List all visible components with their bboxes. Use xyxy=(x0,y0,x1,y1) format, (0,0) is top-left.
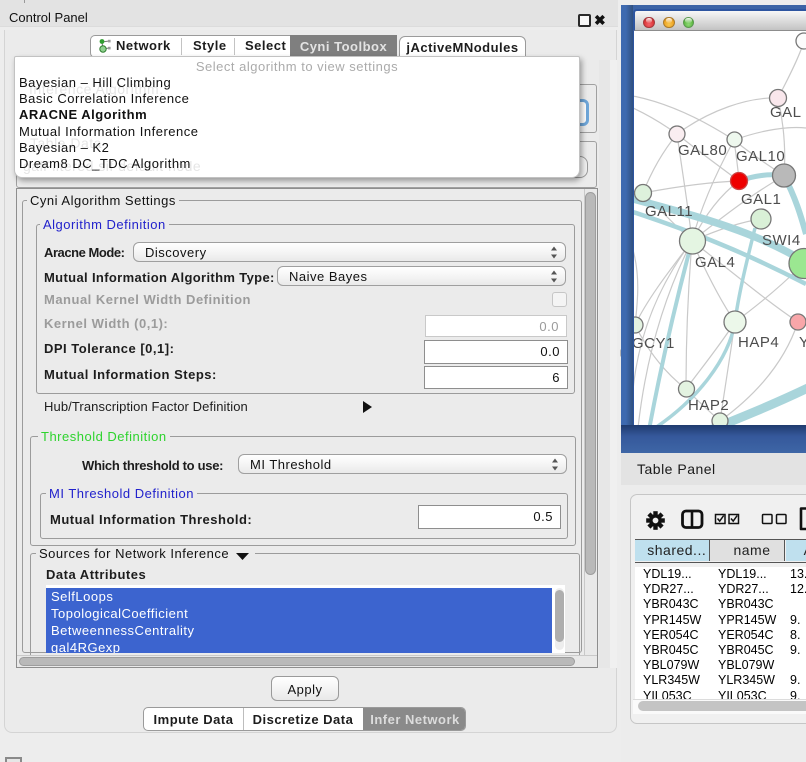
svg-text:GAL4: GAL4 xyxy=(695,254,735,271)
svg-text:GAL80: GAL80 xyxy=(678,142,727,159)
svg-text:HAP2: HAP2 xyxy=(688,397,729,414)
svg-text:GAL1: GAL1 xyxy=(741,191,781,208)
svg-text:GCY1: GCY1 xyxy=(633,335,674,352)
svg-text:GAL11: GAL11 xyxy=(645,203,693,220)
svg-text:HAP4: HAP4 xyxy=(738,334,779,351)
svg-text:GAL10: GAL10 xyxy=(736,148,785,165)
svg-text:Y: Y xyxy=(799,334,806,351)
svg-text:SWI4: SWI4 xyxy=(762,232,801,249)
svg-text:GAL: GAL xyxy=(770,104,802,121)
